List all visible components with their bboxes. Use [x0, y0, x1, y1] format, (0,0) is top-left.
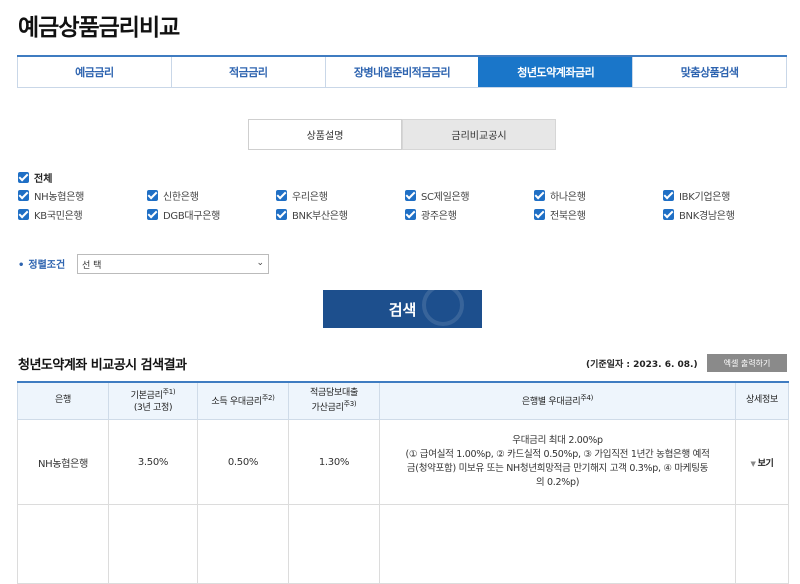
tab-savings-rate[interactable]: 적금금리 [170, 57, 325, 87]
checkbox-checked-icon[interactable] [405, 190, 416, 201]
bank-checkbox-gwangju[interactable]: 광주은행 [405, 208, 534, 222]
bank-checkbox-kb[interactable]: KB국민은행 [18, 208, 147, 222]
sort-condition-select[interactable]: 선 택 ⌄ [77, 254, 269, 274]
standard-date: (기준일자 : 2023. 6. 08.) [586, 360, 698, 370]
cell-detail: ▼ 보기 [735, 419, 789, 505]
checkbox-checked-icon[interactable] [276, 190, 287, 201]
header-bank: 은행 [17, 381, 109, 420]
excel-export-button[interactable]: 엑셀 출력하기 [707, 354, 787, 372]
bank-checkbox-nh[interactable]: NH농협은행 [18, 189, 147, 203]
bank-label: IBK기업은행 [679, 192, 731, 203]
checkbox-checked-icon[interactable] [534, 190, 545, 201]
bank-label: 신한은행 [163, 192, 199, 203]
bullet-icon: • [18, 260, 25, 271]
select-all-checkbox[interactable]: 전체 [18, 170, 52, 185]
bank-label: SC제일은행 [421, 192, 470, 203]
search-button-label: 검색 [388, 300, 417, 319]
header-bank-pref: 은행별 우대금리주4) [379, 381, 736, 420]
bank-checkbox-jeonbuk[interactable]: 전북은행 [534, 208, 663, 222]
tab-soldier-savings-rate[interactable]: 장병내일준비적금금리 [324, 57, 479, 87]
checkbox-checked-icon[interactable] [663, 190, 674, 201]
bank-checkbox-ibk[interactable]: IBK기업은행 [663, 189, 792, 203]
sub-tabs: 상품설명 금리비교공시 [248, 119, 556, 150]
checkbox-checked-icon[interactable] [276, 209, 287, 220]
select-all-label: 전체 [34, 174, 53, 185]
bank-checkbox-sc[interactable]: SC제일은행 [405, 189, 534, 203]
checkbox-checked-icon[interactable] [405, 209, 416, 220]
sort-condition-label: • 정렬조건 [18, 256, 65, 271]
checkbox-checked-icon[interactable] [663, 209, 674, 220]
bank-checkbox-bnk-busan[interactable]: BNK부산은행 [276, 208, 405, 222]
bank-label: 광주은행 [421, 211, 457, 222]
bank-checkbox-woori[interactable]: 우리은행 [276, 189, 405, 203]
bank-label: NH농협은행 [34, 192, 85, 203]
checkbox-checked-icon[interactable] [18, 209, 29, 220]
checkbox-checked-icon[interactable] [147, 190, 158, 201]
results-title: 청년도약계좌 비교공시 검색결과 [18, 358, 187, 373]
bank-label: DGB대구은행 [163, 211, 221, 222]
chevron-down-icon: ⌄ [256, 258, 264, 268]
checkbox-checked-icon[interactable] [534, 209, 545, 220]
cell-collateral-rate: 1.30% [288, 419, 380, 505]
bank-checkbox-hana[interactable]: 하나은행 [534, 189, 663, 203]
header-detail: 상세정보 [735, 381, 789, 420]
tab-deposit-rate[interactable]: 예금금리 [17, 57, 171, 87]
bank-checkbox-dgb[interactable]: DGB대구은행 [147, 208, 276, 222]
bank-label: 하나은행 [550, 192, 586, 203]
checkbox-checked-icon[interactable] [18, 190, 29, 201]
bank-filter-grid: NH농협은행 신한은행 우리은행 SC제일은행 하나은행 IBK기업은행 KB국… [18, 189, 778, 222]
bank-label: BNK경남은행 [679, 211, 735, 222]
checkbox-checked-icon[interactable] [18, 172, 29, 183]
chevron-down-icon: ▼ [750, 459, 756, 468]
bank-checkbox-bnk-gyeongnam[interactable]: BNK경남은행 [663, 208, 792, 222]
sort-condition-text: 정렬조건 [28, 260, 66, 271]
cell-bank-pref: 우대금리 최대 2.00%p (① 급여실적 1.00%p, ② 카드실적 0.… [379, 419, 736, 505]
view-detail-link[interactable]: ▼ 보기 [750, 459, 773, 469]
main-tabs: 예금금리 적금금리 장병내일준비적금금리 청년도약계좌금리 맞춤상품검색 [17, 55, 787, 88]
sort-condition-value: 선 택 [82, 260, 102, 271]
table-row [17, 504, 789, 584]
subtab-product-description[interactable]: 상품설명 [248, 119, 402, 150]
checkbox-checked-icon[interactable] [147, 209, 158, 220]
bank-label: BNK부산은행 [292, 211, 348, 222]
bank-label: KB국민은행 [34, 211, 83, 222]
table-header-row: 은행 기본금리주1) (3년 고정) 소득 우대금리주2) 적금담보대출 가산금리주… [17, 381, 789, 420]
bank-label: 전북은행 [550, 211, 586, 222]
table-row: NH농협은행 3.50% 0.50% 1.30% 우대금리 최대 2.00%p … [17, 419, 789, 505]
results-table: 은행 기본금리주1) (3년 고정) 소득 우대금리주2) 적금담보대출 가산금리주… [17, 381, 789, 584]
bank-label: 우리은행 [292, 192, 328, 203]
cell-income-pref: 0.50% [197, 419, 289, 505]
header-income-pref: 소득 우대금리주2) [197, 381, 289, 420]
cell-base-rate: 3.50% [108, 419, 198, 505]
header-base-rate: 기본금리주1) (3년 고정) [108, 381, 198, 420]
search-button[interactable]: 검색 [323, 290, 482, 328]
tab-custom-product-search[interactable]: 맞춤상품검색 [632, 57, 787, 87]
subtab-rate-comparison[interactable]: 금리비교공시 [402, 119, 556, 150]
bank-checkbox-shinhan[interactable]: 신한은행 [147, 189, 276, 203]
page-title: 예금상품금리비교 [18, 15, 180, 41]
search-decoration-icon [422, 290, 464, 326]
header-collateral-rate: 적금담보대출 가산금리주3) [288, 381, 380, 420]
cell-bank: NH농협은행 [17, 419, 109, 505]
tab-youth-leap-account-rate[interactable]: 청년도약계좌금리 [478, 57, 633, 87]
